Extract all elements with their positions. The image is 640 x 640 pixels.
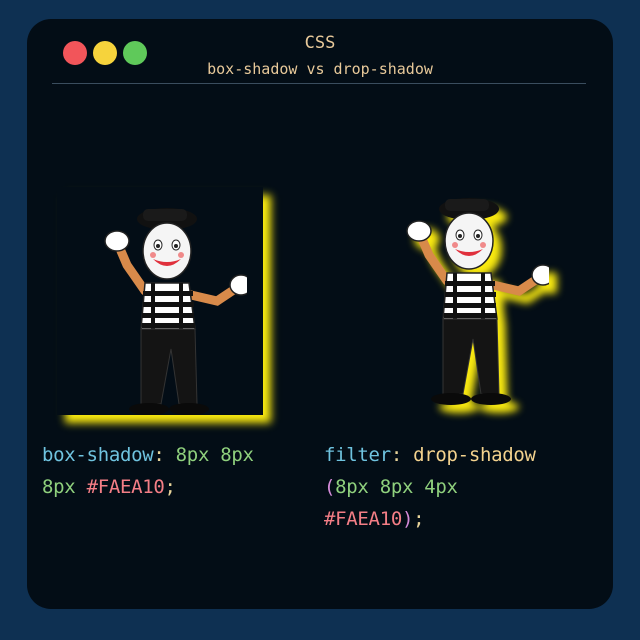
css-terminator: ; (164, 476, 176, 498)
css-colon: : (390, 444, 402, 466)
code-window: CSS box-shadow vs drop-shadow box-shadow… (27, 19, 613, 609)
css-close-paren: ) (401, 508, 414, 530)
window-title: CSS (304, 33, 336, 53)
css-args: 8px 8px 4px (335, 476, 458, 498)
title-divider (52, 83, 586, 84)
css-value-offsets: 8px 8px (175, 444, 254, 466)
css-open-paren: ( (324, 476, 336, 498)
css-color-value: #FAEA10 (324, 508, 402, 530)
css-terminator: ; (413, 508, 425, 530)
window-subtitle: box-shadow vs drop-shadow (207, 60, 433, 78)
css-function: drop-shadow (413, 444, 536, 466)
mime-illustration-left (87, 199, 253, 433)
mime-illustration-right (389, 189, 555, 423)
box-shadow-code: box-shadow: 8px 8px 8px #FAEA10; (42, 439, 254, 503)
css-property: box-shadow (42, 444, 154, 466)
drop-shadow-code: filter: drop-shadow (8px 8px 4px #FAEA10… (324, 439, 536, 535)
css-colon: : (153, 444, 165, 466)
css-value-blur: 8px (42, 476, 76, 498)
css-property: filter (324, 444, 391, 466)
css-color-value: #FAEA10 (86, 476, 165, 498)
